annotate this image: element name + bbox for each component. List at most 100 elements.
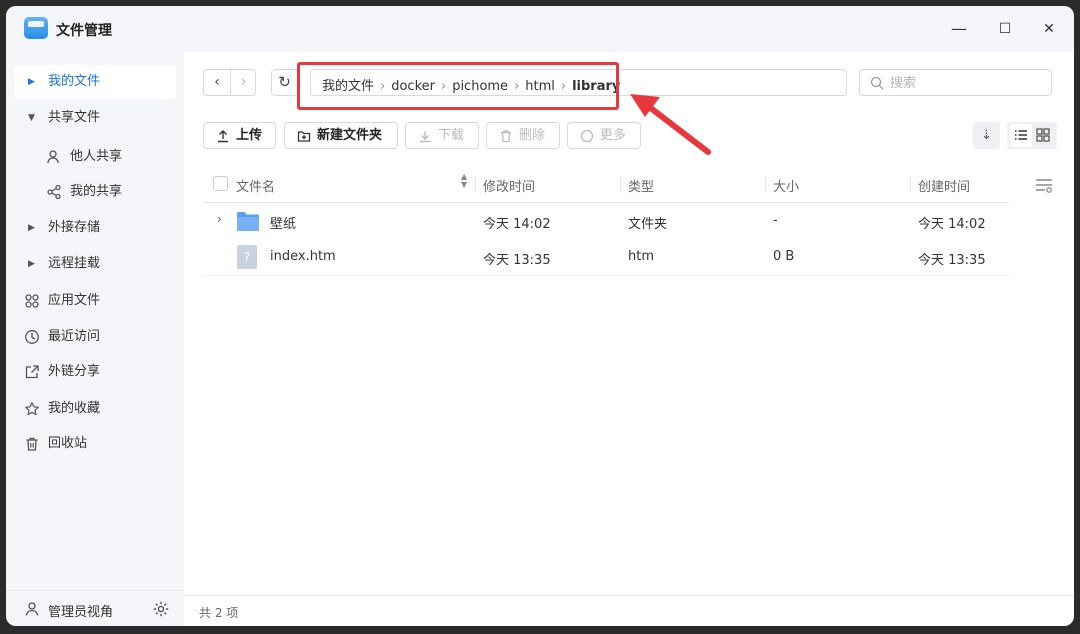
gear-icon[interactable] — [152, 600, 170, 618]
minimize-button[interactable]: — — [944, 16, 974, 42]
file-type: 文件夹 — [628, 217, 668, 232]
sort-toggle-icon[interactable]: ▲ ▼ — [461, 173, 467, 189]
column-divider[interactable] — [475, 177, 476, 191]
column-header-size[interactable]: 大小 — [773, 176, 799, 195]
delete-button[interactable]: 删除 — [486, 122, 560, 149]
users-icon — [47, 150, 59, 164]
sidebar-item-label: 外链分享 — [48, 364, 101, 379]
sidebar-item-label: 我的收藏 — [48, 401, 101, 416]
caret-down-icon: ▼ — [28, 113, 35, 123]
close-button[interactable]: ✕ — [1034, 16, 1064, 42]
caret-right-icon: ▶ — [28, 259, 35, 269]
caret-right-icon: ▶ — [28, 223, 35, 233]
admin-view-label[interactable]: 管理员视角 — [48, 601, 113, 620]
search-box[interactable] — [859, 69, 1052, 96]
main-panel: ‹ › ↻ 我的文件›docker›pichome›html›library 上… — [184, 52, 1074, 626]
table-row[interactable]: ? index.htm 今天 13:35 htm 0 B 今天 13:35 — [203, 239, 1009, 276]
search-input[interactable] — [890, 74, 1040, 92]
upload-icon — [218, 130, 228, 143]
file-created: 今天 13:35 — [918, 253, 986, 268]
share-icon — [47, 184, 61, 200]
new-folder-label: 新建文件夹 — [317, 128, 383, 143]
new-folder-button[interactable]: 新建文件夹 — [284, 122, 398, 149]
link-share-icon — [25, 365, 39, 379]
annotation-highlight-box — [297, 62, 619, 110]
item-count: 共 2 项 — [199, 606, 239, 620]
folder-icon — [237, 212, 259, 231]
admin-view-bar: 管理员视角 — [6, 590, 184, 626]
file-modified: 今天 14:02 — [483, 217, 551, 232]
delete-icon — [501, 130, 511, 143]
more-button[interactable]: 更多 — [567, 122, 641, 149]
search-icon — [870, 76, 884, 90]
star-icon — [25, 402, 39, 416]
sidebar-item-label: 外接存储 — [48, 220, 101, 235]
grid-view-icon[interactable] — [1032, 124, 1054, 147]
history-nav: ‹ › — [203, 69, 256, 96]
file-manager-window: 文件管理 — ☐ ✕ ▶ 我的文件 ▼ 共享文件 他人共享 我的共享 ▶ 外接存… — [6, 6, 1074, 626]
column-header-type[interactable]: 类型 — [628, 176, 654, 195]
forward-icon[interactable]: › — [230, 70, 256, 95]
sidebar-item-favorites[interactable]: 我的收藏 — [14, 392, 176, 426]
upload-label: 上传 — [236, 128, 263, 143]
select-all-checkbox[interactable] — [213, 176, 228, 191]
file-modified: 今天 13:35 — [483, 253, 551, 268]
sidebar-item-app-files[interactable]: 应用文件 — [14, 284, 176, 318]
user-icon — [25, 602, 39, 616]
sidebar-item-label: 我的共享 — [70, 184, 123, 199]
maximize-button[interactable]: ☐ — [990, 16, 1020, 42]
more-label: 更多 — [600, 128, 627, 143]
sidebar-item-external-storage[interactable]: ▶ 外接存储 — [14, 211, 176, 245]
refresh-icon[interactable]: ↻ — [271, 69, 298, 96]
column-header-name[interactable]: 文件名 — [236, 176, 275, 195]
file-size: - — [773, 213, 778, 228]
sidebar-item-label: 共享文件 — [48, 110, 101, 125]
view-toggle — [1007, 122, 1057, 149]
sidebar-item-label: 最近访问 — [48, 329, 101, 344]
delete-label: 删除 — [519, 128, 546, 143]
clock-icon — [25, 330, 39, 344]
sidebar-item-shared-with-me[interactable]: 他人共享 — [14, 140, 176, 174]
sidebar-item-my-shares[interactable]: 我的共享 — [14, 175, 176, 209]
download-button[interactable]: 下载 — [405, 122, 479, 149]
column-header-created[interactable]: 创建时间 — [918, 176, 970, 195]
status-bar: 共 2 项 — [184, 595, 1074, 626]
sidebar-item-label: 我的文件 — [48, 74, 101, 89]
sidebar: ▶ 我的文件 ▼ 共享文件 他人共享 我的共享 ▶ 外接存储 ▶ 远程挂载 应用… — [6, 52, 184, 626]
file-name[interactable]: 壁纸 — [270, 213, 296, 232]
more-icon — [580, 129, 594, 143]
caret-right-icon: ▶ — [28, 77, 35, 87]
column-divider[interactable] — [910, 177, 911, 191]
app-title: 文件管理 — [56, 23, 112, 39]
file-size: 0 B — [773, 249, 795, 264]
file-name[interactable]: index.htm — [270, 249, 336, 264]
upload-button[interactable]: 上传 — [203, 122, 276, 149]
list-view-icon[interactable] — [1010, 124, 1032, 147]
sidebar-item-link-share[interactable]: 外链分享 — [14, 355, 176, 389]
column-settings-icon[interactable] — [1035, 177, 1053, 193]
sidebar-item-my-files[interactable]: ▶ 我的文件 — [14, 65, 176, 99]
table-row[interactable]: › 壁纸 今天 14:02 文件夹 - 今天 14:02 — [203, 203, 1009, 240]
download-label: 下载 — [438, 128, 465, 143]
file-type: htm — [628, 249, 654, 264]
apps-icon — [25, 294, 39, 308]
title-bar: 文件管理 — ☐ ✕ — [6, 6, 1074, 52]
app-icon — [24, 17, 48, 39]
sort-icon[interactable]: ⇣ — [973, 122, 1000, 149]
sidebar-item-shared-files[interactable]: ▼ 共享文件 — [14, 101, 176, 135]
back-icon[interactable]: ‹ — [204, 70, 230, 95]
column-divider[interactable] — [620, 177, 621, 191]
sidebar-item-label: 远程挂载 — [48, 256, 101, 271]
expand-chevron-icon[interactable]: › — [217, 212, 222, 226]
sidebar-item-trash[interactable]: 回收站 — [14, 427, 176, 461]
column-header-modified[interactable]: 修改时间 — [483, 176, 535, 195]
sidebar-item-recent[interactable]: 最近访问 — [14, 320, 176, 354]
new-folder-icon — [297, 131, 311, 142]
file-unknown-icon: ? — [237, 245, 257, 269]
download-icon — [420, 131, 430, 143]
file-created: 今天 14:02 — [918, 217, 986, 232]
trash-icon — [26, 437, 38, 451]
column-divider[interactable] — [765, 177, 766, 191]
sidebar-item-label: 应用文件 — [48, 293, 101, 308]
sidebar-item-remote-mount[interactable]: ▶ 远程挂载 — [14, 247, 176, 281]
